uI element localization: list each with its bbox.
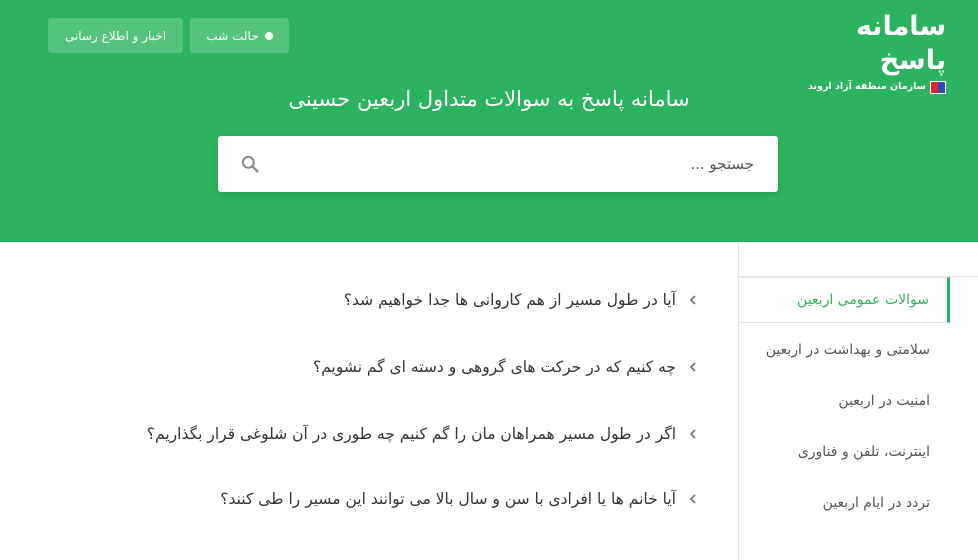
header-banner: سامانه پاسخ سازمان منطقه آزاد اروند حالت… [0, 0, 978, 242]
question-text: آیا خانم ها یا افرادی با سن و سال بالا م… [220, 490, 676, 508]
question-text: چه کنیم که در حرکت های گروهی و دسته ای گ… [313, 358, 676, 376]
night-mode-label: حالت شب [206, 28, 259, 43]
sidebar-item-label: سلامتی و بهداشت در اربعین [765, 342, 930, 358]
sidebar-item-security[interactable]: امنیت در اربعین [739, 378, 948, 424]
sidebar-item-general-questions[interactable]: سوالات عمومی اربعین [739, 277, 950, 323]
chevron-left-icon [689, 362, 696, 372]
sidebar-item-label: سوالات عمومی اربعین [797, 292, 929, 308]
sidebar-item-label: امنیت در اربعین [838, 393, 930, 409]
sidebar-top-divider [739, 242, 978, 277]
sidebar-item-label: اینترنت، تلفن و فناوری [797, 444, 930, 460]
news-button[interactable]: اخبار و اطلاع رسانی [48, 18, 183, 53]
question-item[interactable]: آیا در طول مسیر از هم کاروانی ها جدا خوا… [344, 285, 700, 315]
chevron-left-icon [689, 295, 696, 305]
question-item[interactable]: اگر در طول مسیر همراهان مان را گم کنیم چ… [147, 419, 700, 449]
night-mode-button[interactable]: حالت شب [190, 18, 289, 53]
logo-title: سامانه پاسخ [855, 11, 947, 76]
site-logo[interactable]: سامانه پاسخ سازمان منطقه آزاد اروند [796, 10, 947, 94]
category-sidebar: سوالات عمومی اربعین سلامتی و بهداشت در ا… [738, 242, 978, 560]
search-icon[interactable] [240, 154, 260, 174]
question-text: اگر در طول مسیر همراهان مان را گم کنیم چ… [146, 425, 676, 443]
question-item[interactable]: چه کنیم که در حرکت های گروهی و دسته ای گ… [313, 352, 700, 382]
search-input[interactable] [284, 136, 754, 192]
news-label: اخبار و اطلاع رسانی [64, 28, 167, 43]
night-mode-dot-icon [264, 31, 273, 40]
sidebar-item-travel[interactable]: تردد در ایام اربعین [739, 480, 948, 526]
search-box [218, 136, 778, 192]
question-text: آیا در طول مسیر از هم کاروانی ها جدا خوا… [343, 291, 676, 309]
sidebar-item-health[interactable]: سلامتی و بهداشت در اربعین [739, 327, 948, 373]
chevron-left-icon [689, 494, 696, 504]
page-title: سامانه پاسخ به سوالات متداول اربعین حسین… [288, 87, 690, 111]
sidebar-item-label: تردد در ایام اربعین [822, 495, 930, 511]
sidebar-item-internet[interactable]: اینترنت، تلفن و فناوری [739, 429, 948, 475]
question-item[interactable]: آیا خانم ها یا افرادی با سن و سال بالا م… [220, 484, 700, 514]
chevron-left-icon [689, 429, 696, 439]
